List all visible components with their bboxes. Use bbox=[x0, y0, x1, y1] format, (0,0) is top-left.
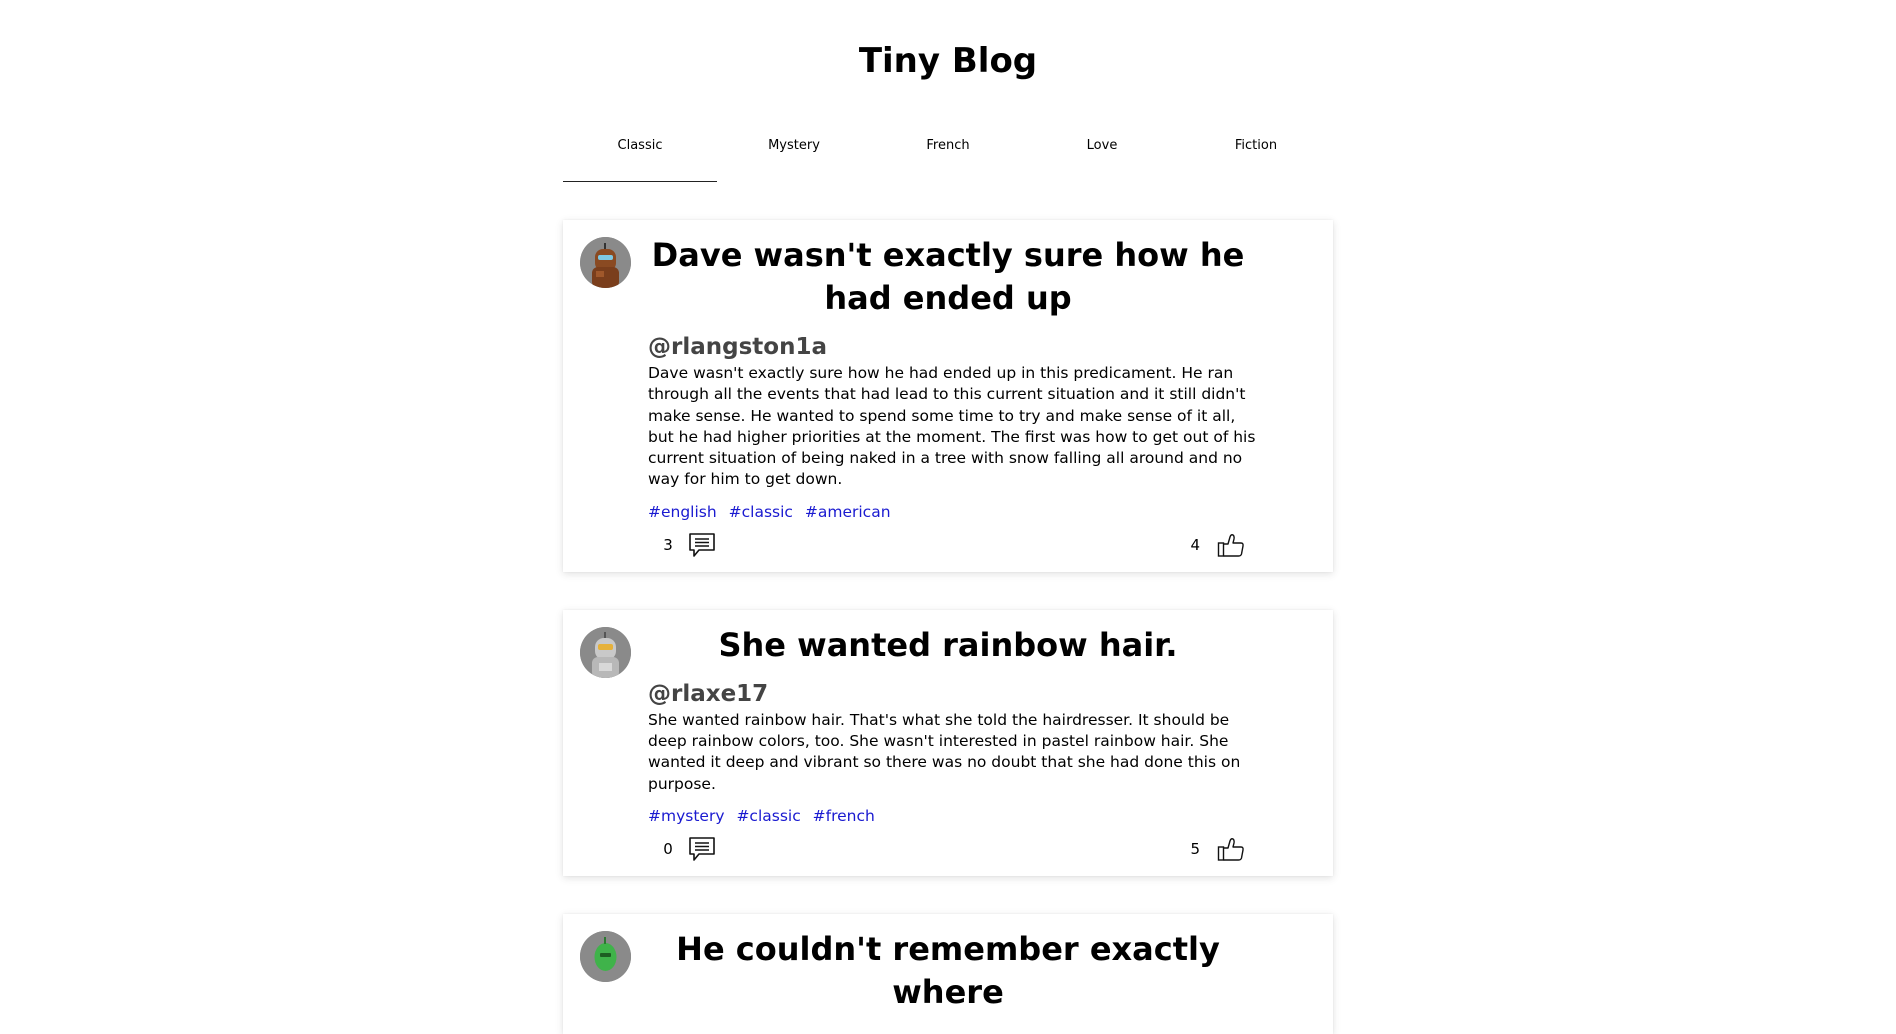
comments-action: 0 bbox=[648, 836, 716, 862]
tab-love[interactable]: Love bbox=[1025, 114, 1179, 182]
avatar[interactable] bbox=[580, 626, 631, 678]
post-text: Dave wasn't exactly sure how he had ende… bbox=[648, 364, 1256, 489]
blog-title: Tiny Blog bbox=[858, 41, 1038, 81]
comments-action: 3 bbox=[648, 532, 716, 558]
robot-avatar-icon bbox=[580, 626, 631, 678]
comment-count: 0 bbox=[663, 839, 673, 858]
post-title: Dave wasn't exactly sure how he had ende… bbox=[651, 236, 1245, 317]
post-list: Dave wasn't exactly sure how he had ende… bbox=[563, 220, 1333, 1034]
post-body: @rlangston1a Dave wasn't exactly sure ho… bbox=[648, 334, 1258, 572]
tag-link[interactable]: #classic bbox=[736, 807, 800, 825]
tag-link[interactable]: #classic bbox=[729, 503, 793, 521]
tag-link[interactable]: #american bbox=[805, 503, 891, 521]
tag-link[interactable]: #french bbox=[813, 807, 875, 825]
thumbs-up-icon[interactable] bbox=[1217, 532, 1245, 558]
post-body: @rlaxe17 She wanted rainbow hair. That's… bbox=[648, 681, 1258, 876]
like-count: 5 bbox=[1190, 839, 1200, 858]
comment-count: 3 bbox=[663, 535, 673, 554]
like-count: 4 bbox=[1190, 535, 1200, 554]
post-tags: #mystery #classic #french bbox=[648, 806, 1258, 826]
tab-fiction[interactable]: Fiction bbox=[1179, 114, 1333, 182]
post-author[interactable]: @rlangston1a bbox=[648, 334, 1258, 360]
post-card: Dave wasn't exactly sure how he had ende… bbox=[563, 220, 1333, 572]
post-card: She wanted rainbow hair. @rlaxe17 She wa… bbox=[563, 609, 1333, 876]
comment-icon[interactable] bbox=[688, 836, 716, 862]
robot-avatar-icon bbox=[580, 237, 631, 288]
post-actions: 3 4 bbox=[648, 525, 1258, 572]
comment-icon[interactable] bbox=[688, 532, 716, 558]
post-text: She wanted rainbow hair. That's what she… bbox=[648, 710, 1241, 793]
post-title: She wanted rainbow hair. bbox=[718, 625, 1178, 664]
post-actions: 0 5 bbox=[648, 829, 1258, 876]
post-card: He couldn't remember exactly where bbox=[563, 913, 1333, 1034]
likes-action: 5 bbox=[1190, 836, 1245, 862]
page: Tiny Blog Classic Mystery French Love Fi… bbox=[563, 0, 1333, 1034]
tag-link[interactable]: #mystery bbox=[648, 807, 725, 825]
tab-classic[interactable]: Classic bbox=[563, 114, 717, 182]
avatar[interactable] bbox=[580, 237, 631, 288]
likes-action: 4 bbox=[1190, 532, 1245, 558]
thumbs-up-icon[interactable] bbox=[1217, 836, 1245, 862]
post-title: He couldn't remember exactly where bbox=[676, 929, 1220, 1011]
avatar[interactable] bbox=[580, 930, 631, 982]
tab-french[interactable]: French bbox=[871, 114, 1025, 182]
tab-mystery[interactable]: Mystery bbox=[717, 114, 871, 182]
post-tags: #english #classic #american bbox=[648, 502, 1258, 522]
category-tabs: Classic Mystery French Love Fiction bbox=[563, 119, 1333, 182]
robot-avatar-icon bbox=[580, 930, 631, 982]
tag-link[interactable]: #english bbox=[648, 503, 717, 521]
post-author[interactable]: @rlaxe17 bbox=[648, 681, 1258, 707]
